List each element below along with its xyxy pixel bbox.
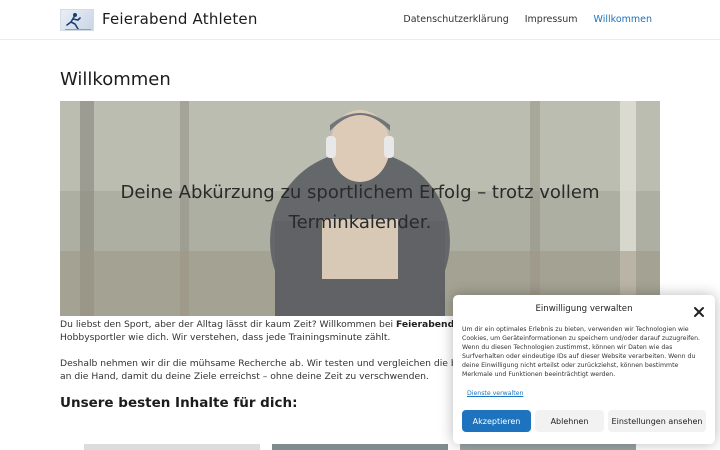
nav-item-datenschutz[interactable]: Datenschutzerklärung: [403, 14, 508, 25]
deny-button[interactable]: Ablehnen: [535, 410, 604, 432]
site-logo[interactable]: [60, 9, 94, 31]
consent-text: Um dir ein optimales Erlebnis zu bieten,…: [462, 326, 700, 379]
nav-item-impressum[interactable]: Impressum: [525, 14, 578, 25]
close-icon[interactable]: [693, 303, 705, 317]
site-header: Feierabend Athleten Datenschutzerklärung…: [0, 0, 720, 40]
site-title[interactable]: Feierabend Athleten: [102, 10, 258, 28]
hero-banner: Deine Abkürzung zu sportlichem Erfolg – …: [60, 101, 660, 316]
hero-headline: Deine Abkürzung zu sportlichem Erfolg – …: [120, 182, 600, 233]
manage-services-link[interactable]: Dienste verwalten: [467, 390, 523, 397]
main-navigation: Datenschutzerklärung Impressum Willkomme…: [403, 14, 652, 25]
cookie-consent-dialog: Einwilligung verwalten Um dir ein optima…: [453, 295, 715, 444]
consent-title: Einwilligung verwalten: [535, 304, 633, 314]
content-card-image[interactable]: [460, 444, 636, 450]
accept-button[interactable]: Akzeptieren: [462, 410, 531, 432]
content-card-image[interactable]: [272, 444, 448, 450]
intro-text: Du liebst den Sport, aber der Alltag läs…: [60, 319, 396, 330]
content-card-image[interactable]: [84, 444, 260, 450]
view-preferences-button[interactable]: Einstellungen ansehen: [608, 410, 706, 432]
page-title: Willkommen: [60, 69, 171, 90]
section-heading: Unsere besten Inhalte für dich:: [60, 395, 298, 411]
nav-item-willkommen[interactable]: Willkommen: [594, 14, 652, 25]
